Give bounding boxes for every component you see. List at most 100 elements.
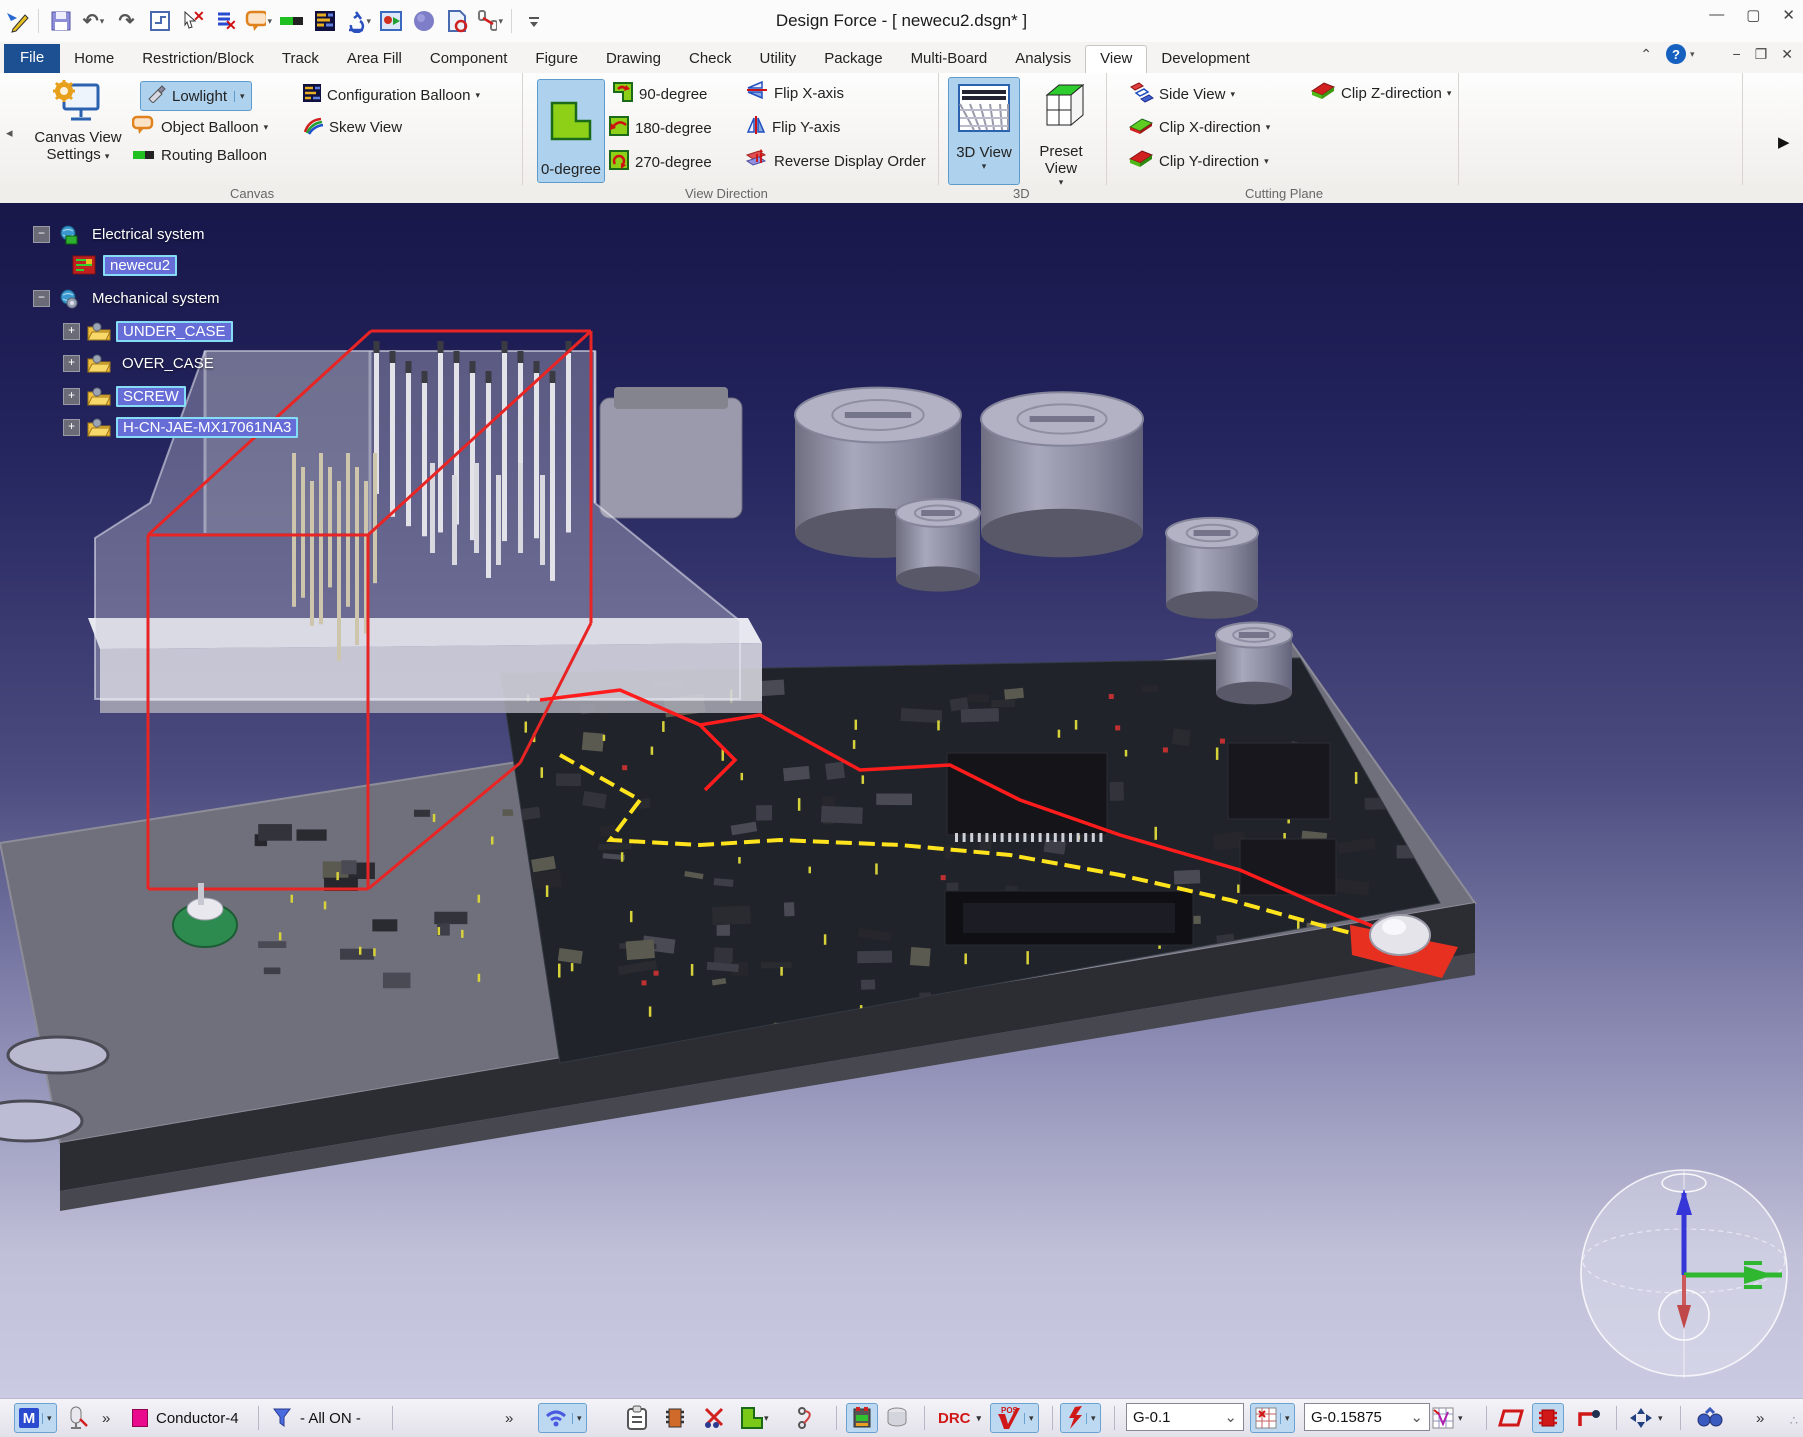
3d-view-dropdown[interactable]: ▾ [982, 161, 987, 172]
notes-icon[interactable] [625, 1403, 649, 1433]
tab-file[interactable]: File [4, 44, 60, 73]
group-scroll-right-icon[interactable]: ▶ [1778, 133, 1790, 151]
tab-track[interactable]: Track [268, 46, 333, 73]
tab-utility[interactable]: Utility [746, 46, 811, 73]
component-mount-button[interactable] [846, 1403, 878, 1433]
delete-mode-button[interactable]: ✕ [179, 8, 206, 35]
lowlight-dropdown[interactable]: ▾ [234, 91, 245, 102]
object-balloon-button[interactable]: Object Balloon▾ [132, 115, 268, 139]
save-button[interactable] [47, 8, 74, 35]
tab-home[interactable]: Home [60, 46, 128, 73]
component-select-button[interactable] [1532, 1403, 1564, 1433]
mode-dropdown[interactable]: ▾ [42, 1413, 52, 1424]
delete-list-button[interactable]: ✕ [212, 8, 239, 35]
route-mode-icon[interactable] [796, 1403, 824, 1433]
net-highlight-button[interactable]: ▾ [1060, 1403, 1101, 1433]
tab-package[interactable]: Package [810, 46, 896, 73]
wireless-check-button[interactable]: ▾ [538, 1403, 587, 1433]
tab-figure[interactable]: Figure [521, 46, 592, 73]
resize-grip[interactable]: ∴ [1790, 1413, 1800, 1429]
reverse-display-order-button[interactable]: Reverse Display Order [745, 149, 926, 173]
lowlight-button[interactable]: Lowlight ▾ [140, 81, 252, 111]
tree-item-newecu2[interactable]: newecu2 [103, 255, 177, 276]
trace-corner-icon[interactable] [1576, 1403, 1602, 1433]
3d-viewport[interactable]: − Electrical system newecu2 − Mechanical… [0, 203, 1803, 1398]
ribbon-collapse-icon[interactable]: ⌃ [1640, 46, 1652, 63]
area-shape-button[interactable]: ▾ [740, 1403, 769, 1433]
tab-drawing[interactable]: Drawing [592, 46, 675, 73]
doc-minimize-button[interactable]: − [1733, 46, 1741, 62]
drc-button[interactable]: DRC▾ [938, 1403, 981, 1433]
database-icon[interactable] [884, 1403, 910, 1433]
expand-expander[interactable]: + [63, 419, 80, 436]
tree-item-connector[interactable]: H-CN-JAE-MX17061NA3 [116, 417, 298, 438]
configuration-list-button[interactable] [311, 8, 338, 35]
tab-restriction-block[interactable]: Restriction/Block [128, 46, 268, 73]
routing-toggle-icon[interactable] [278, 8, 305, 35]
tab-check[interactable]: Check [675, 46, 746, 73]
doc-restore-button[interactable]: ❐ [1755, 46, 1768, 63]
clip-x-button[interactable]: Clip X-direction▾ [1128, 115, 1270, 139]
skew-view-button[interactable]: Skew View [302, 115, 402, 139]
component-icon[interactable] [663, 1403, 687, 1433]
preset-view-button[interactable]: Preset View ▾ [1022, 77, 1100, 183]
overflow-chevron[interactable]: » [505, 1403, 513, 1433]
image-view-button[interactable] [377, 8, 404, 35]
orientation-sphere[interactable] [1581, 1170, 1787, 1378]
overflow-chevron[interactable]: » [102, 1403, 110, 1433]
page-link-button[interactable] [443, 8, 470, 35]
tree-item-under-case[interactable]: UNDER_CASE [116, 321, 233, 342]
routing-balloon-button[interactable]: Routing Balloon [132, 147, 267, 164]
active-layer-indicator[interactable]: Conductor-4 [132, 1403, 239, 1433]
tab-multi-board[interactable]: Multi-Board [897, 46, 1002, 73]
grid-toggle-button[interactable]: ▾ [1250, 1403, 1295, 1433]
cascade-window-button[interactable] [146, 8, 173, 35]
layer-filter-control[interactable]: - All ON - [272, 1403, 361, 1433]
pos-check-button[interactable]: POS ▾ [990, 1403, 1039, 1433]
overflow-chevron[interactable]: » [1756, 1403, 1764, 1433]
clip-z-button[interactable]: Clip Z-direction▾ [1310, 81, 1451, 105]
clip-y-button[interactable]: Clip Y-direction▾ [1128, 149, 1269, 173]
tab-analysis[interactable]: Analysis [1001, 46, 1085, 73]
cut-net-icon[interactable] [702, 1403, 728, 1433]
expand-expander[interactable]: + [63, 355, 80, 372]
expand-expander[interactable]: + [63, 388, 80, 405]
collapse-expander[interactable]: − [33, 226, 50, 243]
rotate-0-button[interactable]: 0-degree [537, 79, 605, 183]
undo-button[interactable]: ↶▾ [80, 8, 107, 35]
tab-view[interactable]: View [1085, 45, 1147, 73]
snap-mode-button[interactable]: ▾ [1628, 1403, 1663, 1433]
flip-y-button[interactable]: Flip Y-axis [745, 115, 840, 139]
tree-item-over-case[interactable]: OVER_CASE [116, 354, 220, 373]
probe-icon[interactable] [66, 1403, 90, 1433]
search-binoculars-icon[interactable] [1696, 1403, 1724, 1433]
side-view-button[interactable]: Side View▾ [1128, 81, 1235, 107]
grid-size-select-2[interactable]: G-0.15875⌄ [1304, 1403, 1430, 1431]
redo-button[interactable]: ↷ [113, 8, 140, 35]
canvas-view-settings-button[interactable]: Canvas View Settings ▾ [26, 79, 130, 163]
grid-size-select-1[interactable]: G-0.1⌄ [1126, 1403, 1244, 1431]
rotate-90-button[interactable]: 90-degree [612, 81, 707, 107]
close-button[interactable]: ✕ [1782, 6, 1795, 24]
microscope-button[interactable]: ▾ [344, 8, 371, 35]
minimize-button[interactable]: — [1709, 6, 1724, 24]
group-scroll-left-icon[interactable]: ◂ [6, 125, 13, 141]
tree-item-mechanical-system[interactable]: Mechanical system [86, 289, 226, 308]
collapse-expander[interactable]: − [33, 290, 50, 307]
doc-close-button[interactable]: ✕ [1781, 46, 1793, 63]
expand-expander[interactable]: + [63, 323, 80, 340]
sphere-button[interactable] [410, 8, 437, 35]
rotate-180-button[interactable]: 180-degree [608, 115, 712, 141]
help-button[interactable]: ?▾ [1666, 44, 1695, 64]
tab-component[interactable]: Component [416, 46, 522, 73]
flip-x-button[interactable]: Flip X-axis [745, 81, 844, 105]
maximize-button[interactable]: ▢ [1746, 6, 1760, 24]
tree-item-screw[interactable]: SCREW [116, 386, 186, 407]
rotate-270-button[interactable]: 270-degree [608, 149, 712, 175]
quick-access-customize-button[interactable] [520, 8, 547, 35]
net-topology-button[interactable]: ▾ [476, 8, 503, 35]
tree-item-electrical-system[interactable]: Electrical system [86, 225, 211, 244]
configuration-balloon-button[interactable]: Configuration Balloon▾ [302, 83, 480, 107]
plane-mode-icon[interactable] [1498, 1403, 1526, 1433]
tab-area-fill[interactable]: Area Fill [333, 46, 416, 73]
